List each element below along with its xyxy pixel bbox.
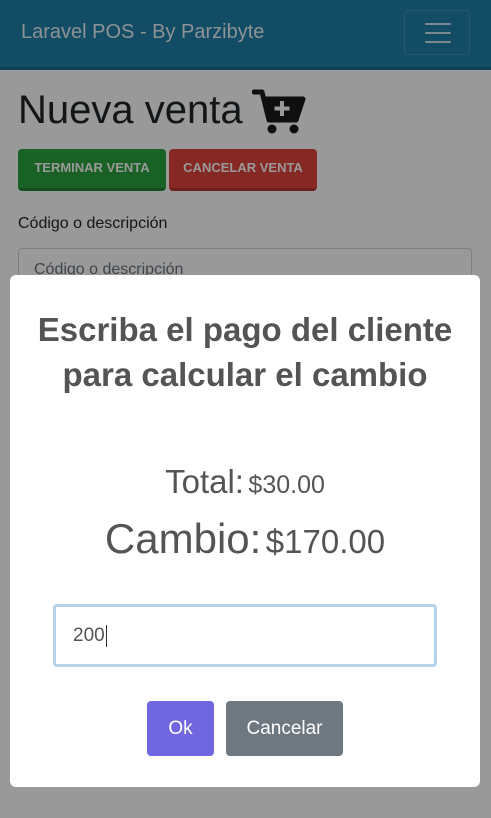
text-caret: [105, 624, 107, 647]
dialog-title: Escriba el pago del cliente para calcula…: [37, 311, 453, 393]
change-line: Cambio: $170.00: [10, 515, 480, 563]
change-label: Cambio:: [104, 515, 262, 562]
total-value: $30.00: [248, 471, 325, 499]
payment-input-value: 200: [73, 625, 105, 646]
cancel-button[interactable]: Cancelar: [226, 701, 343, 756]
payment-dialog: Escriba el pago del cliente para calcula…: [10, 275, 480, 787]
total-label: Total:: [165, 463, 244, 500]
ok-button[interactable]: Ok: [147, 701, 214, 756]
payment-input[interactable]: 200: [53, 604, 437, 667]
total-line: Total: $30.00: [10, 463, 480, 501]
change-value: $170.00: [265, 523, 386, 560]
